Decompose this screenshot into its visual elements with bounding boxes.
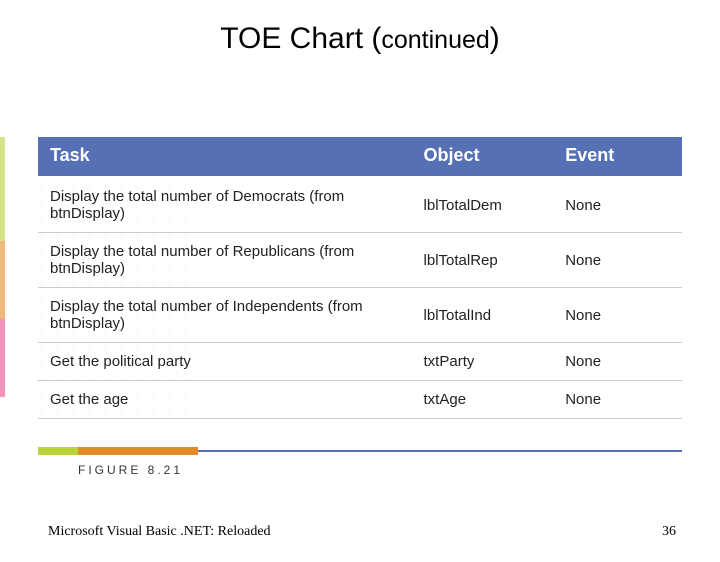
- cell-object: lblTotalInd: [412, 288, 554, 343]
- figure-container: Task Object Event Display the total numb…: [38, 137, 682, 477]
- title-text-close: ): [490, 22, 500, 55]
- cell-event: None: [553, 177, 682, 233]
- cell-object: lblTotalDem: [412, 177, 554, 233]
- cell-task: Get the political party: [38, 343, 412, 381]
- figure-label: FIGURE 8.21: [78, 463, 682, 477]
- toe-chart-table: Task Object Event Display the total numb…: [38, 137, 682, 419]
- table-row: Get the political party txtParty None: [38, 343, 682, 381]
- slide-title: TOE Chart (continued): [0, 22, 720, 56]
- footer-source: Microsoft Visual Basic .NET: Reloaded: [48, 524, 271, 540]
- figure-rule: [38, 447, 682, 455]
- title-text-main: TOE Chart (: [220, 22, 381, 55]
- left-color-accent: [0, 137, 5, 397]
- table-row: Display the total number of Independents…: [38, 288, 682, 343]
- col-header-object: Object: [412, 137, 554, 177]
- rule-segment-orange: [78, 447, 198, 455]
- table-row: Display the total number of Democrats (f…: [38, 177, 682, 233]
- cell-task: Display the total number of Independents…: [38, 288, 412, 343]
- table-row: Display the total number of Republicans …: [38, 233, 682, 288]
- cell-task: Get the age: [38, 381, 412, 419]
- cell-task: Display the total number of Democrats (f…: [38, 177, 412, 233]
- cell-task: Display the total number of Republicans …: [38, 233, 412, 288]
- cell-object: txtParty: [412, 343, 554, 381]
- cell-event: None: [553, 288, 682, 343]
- cell-event: None: [553, 381, 682, 419]
- page-number: 36: [662, 524, 676, 540]
- title-text-continued: continued: [381, 26, 489, 54]
- cell-object: lblTotalRep: [412, 233, 554, 288]
- col-header-event: Event: [553, 137, 682, 177]
- table-header-row: Task Object Event: [38, 137, 682, 177]
- rule-segment-green: [38, 447, 78, 455]
- table-row: Get the age txtAge None: [38, 381, 682, 419]
- cell-object: txtAge: [412, 381, 554, 419]
- cell-event: None: [553, 343, 682, 381]
- cell-event: None: [553, 233, 682, 288]
- rule-segment-blue: [198, 450, 682, 452]
- col-header-task: Task: [38, 137, 412, 177]
